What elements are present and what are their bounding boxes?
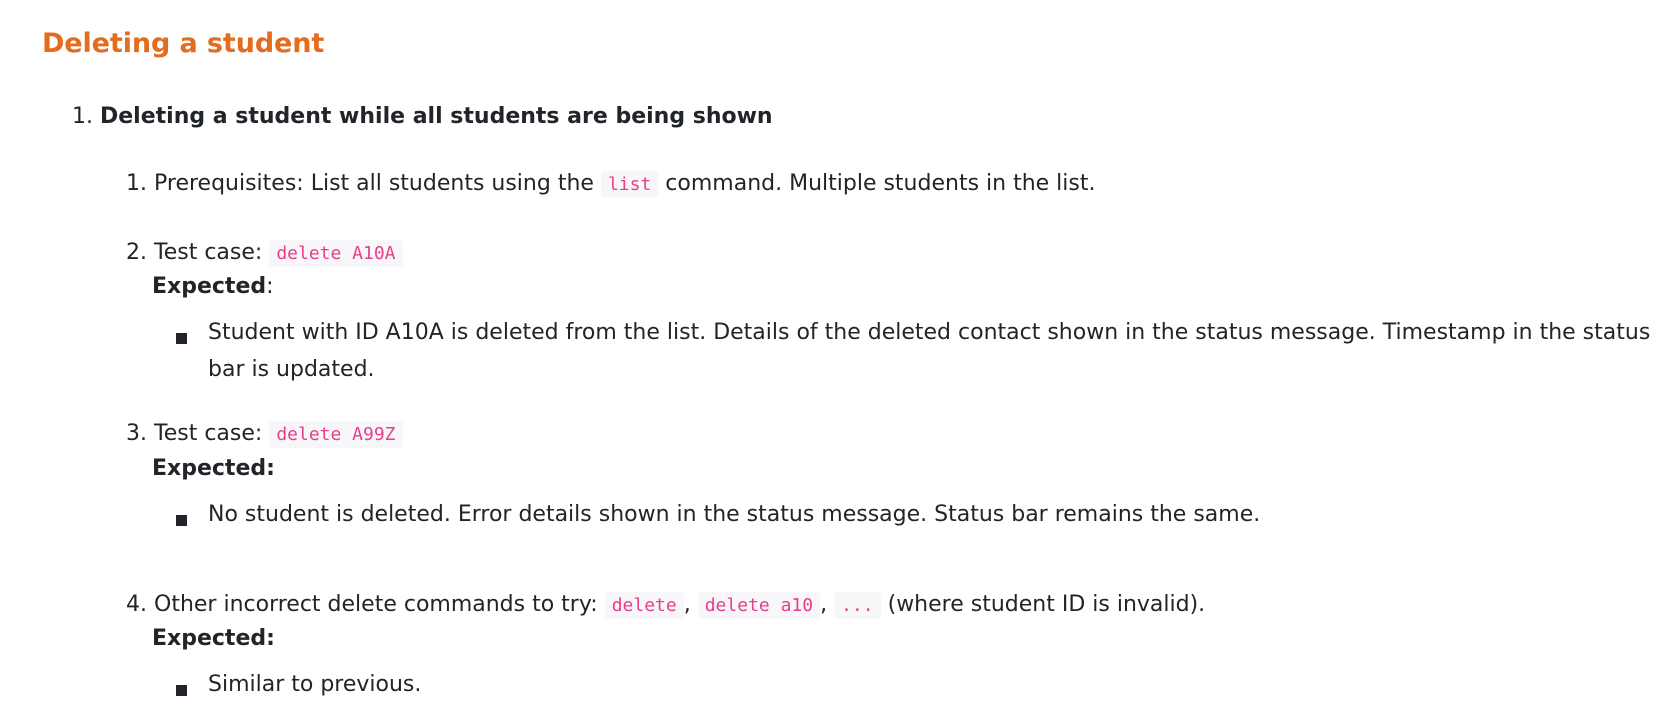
step-3-expected: Expected: [152, 450, 275, 488]
step-3-bullet-text: No student is deleted. Error details sho… [208, 502, 1261, 527]
step-2-code: delete A10A [269, 240, 403, 267]
outer-item-title: Deleting a student while all students ar… [100, 104, 773, 129]
bullet-marker [176, 515, 187, 526]
step-1: 1. Prerequisites: List all students usin… [126, 165, 1095, 204]
step-4-code-3: ... [834, 592, 881, 619]
step-3: 3. Test case: delete A99Z [126, 415, 403, 454]
step-1-code: list [600, 171, 659, 198]
step-4-text-after: (where student ID is invalid). [887, 592, 1206, 617]
step-3-expected-label: Expected: [152, 456, 275, 481]
step-4-label: Other incorrect delete commands to try: [154, 592, 598, 617]
step-2-label: Test case: [154, 240, 263, 265]
document-page: Deleting a student 1. Deleting a student… [0, 0, 1671, 697]
step-3-code: delete A99Z [269, 421, 403, 448]
step-4-expected-label: Expected: [152, 626, 275, 651]
step-4-expected: Expected: [152, 620, 275, 658]
step-3-label: Test case: [154, 421, 263, 446]
outer-item-number: 1. [72, 104, 93, 129]
step-1-number: 1. [126, 171, 147, 196]
step-2-bullet-text: Student with ID A10A is deleted from the… [208, 320, 1651, 382]
step-1-text-after: command. Multiple students in the list. [665, 171, 1096, 196]
bullet-marker [176, 685, 187, 696]
bullet-marker [176, 333, 187, 344]
step-4-number: 4. [126, 592, 147, 617]
step-2-expected: Expected: [152, 268, 274, 306]
step-4-code-2: delete a10 [697, 592, 821, 619]
step-4-separator: , [820, 592, 828, 617]
step-2-expected-label: Expected [152, 274, 267, 299]
step-4-separator: , [683, 592, 691, 617]
step-4-bullet-text: Similar to previous. [208, 672, 422, 697]
step-2-expected-colon: : [266, 274, 274, 299]
step-3-number: 3. [126, 421, 147, 446]
section-heading: Deleting a student [42, 28, 325, 59]
step-1-text-before: Prerequisites: List all students using t… [154, 171, 594, 196]
step-2-number: 2. [126, 240, 147, 265]
outer-list-item: 1. Deleting a student while all students… [72, 98, 773, 136]
step-4: 4. Other incorrect delete commands to tr… [126, 586, 1205, 625]
step-4-code-1: delete [604, 592, 684, 619]
